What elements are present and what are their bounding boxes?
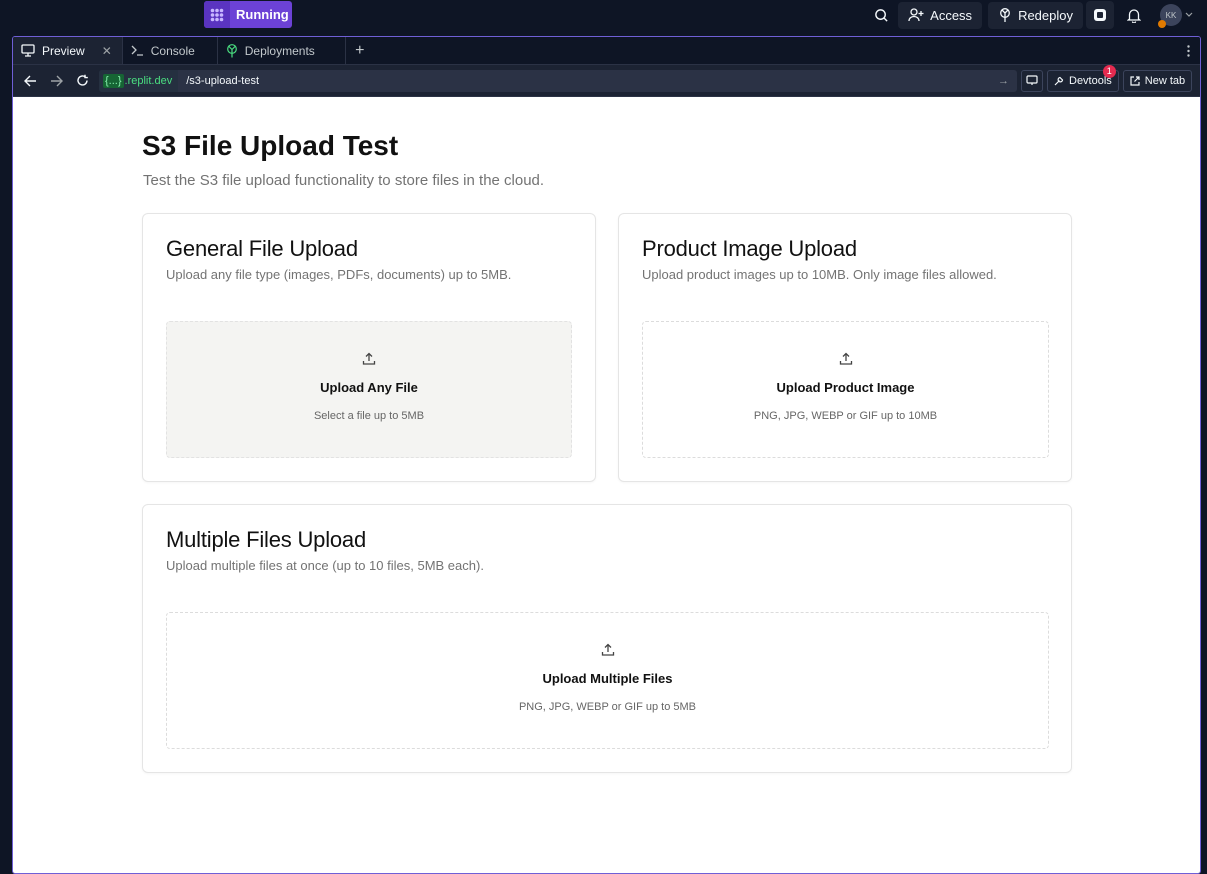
url-domain: {...} .replit.dev bbox=[99, 69, 179, 92]
new-tab-button[interactable]: New tab bbox=[1122, 69, 1193, 92]
close-icon[interactable]: ✕ bbox=[102, 44, 112, 58]
multiple-files-dropzone[interactable]: Upload Multiple Files PNG, JPG, WEBP or … bbox=[166, 612, 1049, 749]
url-domain-suffix: .replit.dev bbox=[124, 74, 173, 87]
run-grid-icon bbox=[204, 1, 230, 28]
more-options-icon[interactable] bbox=[1176, 37, 1200, 64]
add-tab-button[interactable]: + bbox=[346, 37, 374, 64]
tab-deployments[interactable]: Deployments bbox=[218, 37, 346, 64]
card-description: Upload multiple files at once (up to 10 … bbox=[166, 558, 484, 573]
upload-icon bbox=[601, 643, 614, 656]
status-dot bbox=[1158, 20, 1166, 28]
search-icon[interactable] bbox=[867, 1, 895, 29]
preview-pane: Preview ✕ Console Deployments + {...} .r… bbox=[12, 36, 1201, 874]
card-description: Upload product images up to 10MB. Only i… bbox=[642, 267, 997, 282]
monitor-icon bbox=[21, 44, 35, 57]
access-button[interactable]: Access bbox=[898, 1, 983, 29]
devtools-button[interactable]: Devtools 1 bbox=[1047, 64, 1119, 92]
deploy-icon bbox=[1000, 7, 1011, 22]
product-upload-card: Product Image Upload Upload product imag… bbox=[618, 213, 1072, 482]
tab-console-label: Console bbox=[150, 43, 195, 58]
add-user-icon bbox=[908, 8, 924, 22]
multiple-upload-card: Multiple Files Upload Upload multiple fi… bbox=[142, 504, 1072, 773]
dropzone-hint: PNG, JPG, WEBP or GIF up to 10MB bbox=[753, 410, 938, 422]
dropzone-label: Upload Product Image bbox=[776, 380, 915, 395]
access-label: Access bbox=[930, 7, 973, 23]
dropzone-label: Upload Multiple Files bbox=[542, 671, 673, 686]
product-image-dropzone[interactable]: Upload Product Image PNG, JPG, WEBP or G… bbox=[642, 321, 1049, 458]
card-title: Product Image Upload bbox=[642, 236, 857, 261]
wrench-icon bbox=[1054, 76, 1064, 85]
webview: S3 File Upload Test Test the S3 file upl… bbox=[13, 97, 1200, 873]
run-button-label: Running bbox=[236, 7, 289, 22]
tab-preview[interactable]: Preview ✕ bbox=[13, 37, 123, 64]
go-arrow-icon[interactable]: → bbox=[998, 75, 1009, 87]
redeploy-button[interactable]: Redeploy bbox=[988, 1, 1083, 29]
dropzone-label: Upload Any File bbox=[320, 380, 418, 395]
page-subtitle: Test the S3 file upload functionality to… bbox=[143, 172, 545, 189]
tab-bar: Preview ✕ Console Deployments + bbox=[13, 37, 1200, 65]
card-title: Multiple Files Upload bbox=[166, 527, 366, 552]
url-field[interactable]: {...} .replit.dev /s3-upload-test → bbox=[99, 69, 1017, 92]
upload-icon bbox=[362, 352, 376, 365]
reload-icon[interactable] bbox=[69, 68, 95, 94]
workspace-header: Running Access Redeploy KK bbox=[0, 0, 1207, 30]
card-description: Upload any file type (images, PDFs, docu… bbox=[166, 267, 512, 282]
chevron-down-icon bbox=[1185, 12, 1193, 17]
forward-icon[interactable] bbox=[43, 68, 69, 94]
bell-icon[interactable] bbox=[1120, 1, 1148, 29]
monitor-icon bbox=[1026, 75, 1038, 85]
page-title: S3 File Upload Test bbox=[142, 130, 399, 161]
device-preview-button[interactable] bbox=[1021, 69, 1043, 92]
run-button[interactable]: Running bbox=[204, 1, 292, 28]
panels-icon[interactable] bbox=[1086, 1, 1114, 29]
devtools-badge: 1 bbox=[1102, 64, 1116, 78]
dropzone-hint: Select a file up to 5MB bbox=[313, 410, 425, 422]
external-link-icon bbox=[1130, 75, 1140, 86]
deploy-icon bbox=[226, 43, 237, 57]
new-tab-label: New tab bbox=[1144, 74, 1186, 87]
tab-deployments-label: Deployments bbox=[244, 43, 315, 58]
card-title: General File Upload bbox=[166, 236, 358, 261]
tab-preview-label: Preview bbox=[42, 43, 85, 58]
terminal-icon bbox=[131, 45, 143, 56]
back-icon[interactable] bbox=[17, 68, 43, 94]
url-bar: {...} .replit.dev /s3-upload-test → Devt… bbox=[13, 64, 1200, 97]
general-file-dropzone[interactable]: Upload Any File Select a file up to 5MB bbox=[166, 321, 572, 458]
general-upload-card: General File Upload Upload any file type… bbox=[142, 213, 596, 482]
tab-console[interactable]: Console bbox=[123, 37, 218, 64]
url-domain-brace: {...} bbox=[103, 73, 124, 88]
account-menu[interactable]: KK bbox=[1158, 4, 1193, 28]
url-path: /s3-upload-test bbox=[186, 74, 259, 87]
avatar: KK bbox=[1158, 4, 1182, 28]
upload-icon bbox=[839, 352, 852, 365]
avatar-initials: KK bbox=[1165, 10, 1177, 20]
dropzone-hint: PNG, JPG, WEBP or GIF up to 5MB bbox=[518, 701, 697, 713]
redeploy-label: Redeploy bbox=[1018, 7, 1073, 23]
